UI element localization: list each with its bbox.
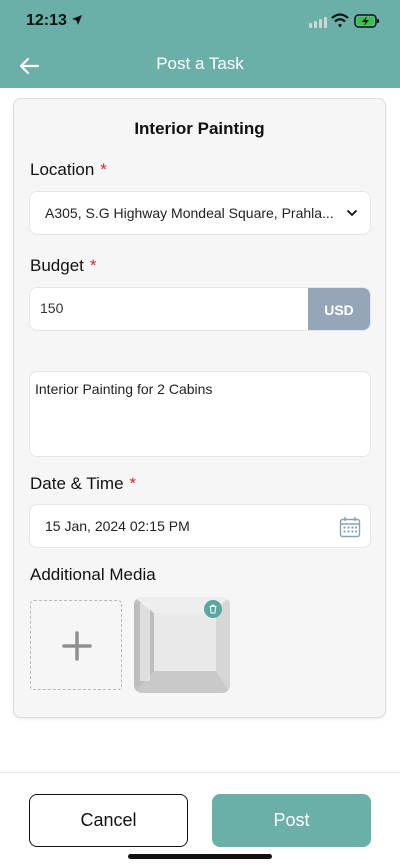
page-title: Post a Task — [156, 54, 244, 73]
home-indicator — [128, 854, 272, 859]
nav-bar: Post a Task — [0, 44, 400, 88]
task-form-card: Interior Painting Location * A305, S.G Hi… — [13, 98, 386, 718]
app-header: 12:13 Post a Task — [0, 0, 400, 88]
task-title: Interior Painting — [134, 119, 265, 138]
footer-divider — [0, 772, 400, 773]
delete-media-button[interactable] — [204, 600, 222, 618]
add-media-button[interactable] — [30, 600, 122, 690]
required-mark: * — [89, 256, 97, 275]
chevron-down-icon — [347, 210, 357, 216]
cancel-button[interactable]: Cancel — [29, 794, 188, 847]
location-label: Location * — [30, 160, 107, 179]
battery-charging-icon — [354, 14, 379, 28]
status-time: 12:13 — [26, 12, 67, 29]
date-time-field[interactable]: 15 Jan, 2024 02:15 PM — [29, 504, 371, 548]
wifi-icon — [331, 13, 349, 28]
required-mark: * — [129, 474, 137, 493]
budget-label: Budget * — [30, 256, 97, 275]
plus-icon — [62, 631, 92, 661]
status-bar: 12:13 — [0, 0, 400, 44]
description-field[interactable]: Interior Painting for 2 Cabins — [29, 371, 371, 457]
location-select[interactable]: A305, S.G Highway Mondeal Square, Prahla… — [29, 191, 371, 235]
signal-icon — [309, 17, 327, 28]
additional-media-label: Additional Media — [30, 565, 156, 584]
trash-icon — [209, 604, 217, 614]
post-button[interactable]: Post — [212, 794, 371, 847]
budget-input[interactable] — [40, 300, 300, 316]
calendar-icon — [339, 517, 361, 538]
date-time-value: 15 Jan, 2024 02:15 PM — [45, 518, 190, 534]
location-value: A305, S.G Highway Mondeal Square, Prahla… — [45, 205, 334, 221]
currency-badge: USD — [308, 288, 370, 330]
budget-field: USD — [29, 287, 371, 331]
location-arrow-icon — [72, 15, 82, 25]
description-text: Interior Painting for 2 Cabins — [35, 381, 213, 397]
required-mark: * — [100, 160, 107, 179]
date-time-label: Date & Time * — [30, 474, 137, 493]
